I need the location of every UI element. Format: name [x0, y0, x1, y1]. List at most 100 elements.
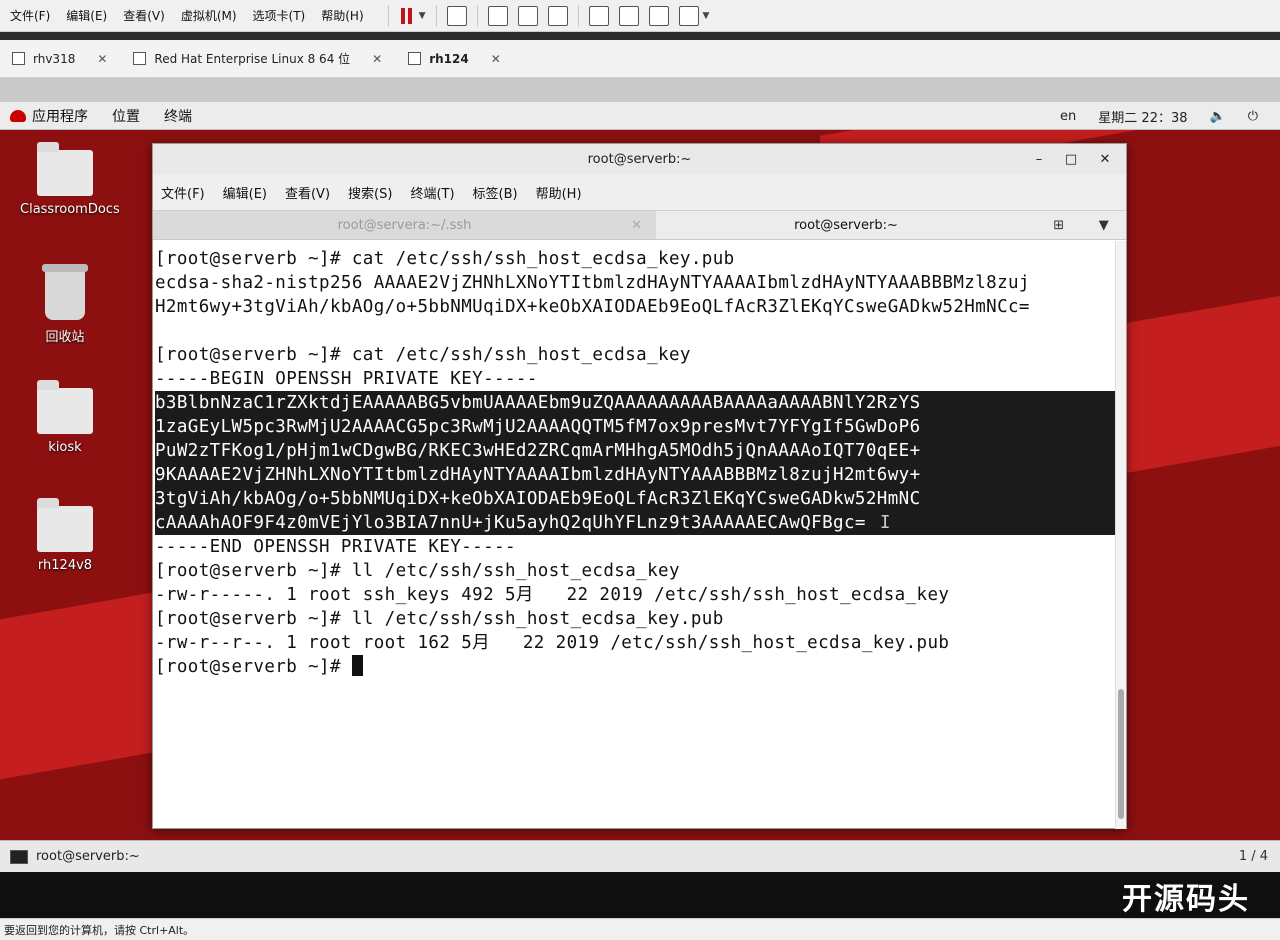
host-menu-edit[interactable]: 编辑(E) [56, 7, 113, 24]
chevron-down-icon[interactable]: ▼ [419, 11, 426, 21]
terminal-menu-search[interactable]: 搜索(S) [348, 183, 392, 202]
terminal-scrollbar[interactable] [1115, 241, 1126, 829]
vm-tab-rh124[interactable]: rh124 ✕ [396, 44, 515, 74]
taskbar-window-label: root@serverb:~ [36, 849, 140, 864]
host-menu-vm[interactable]: 虚拟机(M) [171, 7, 243, 24]
video-overlay-strip: 开源码头 [0, 872, 1280, 918]
desktop-icon-label: ClassroomDocs [20, 202, 120, 217]
terminal-line: H2mt6wy+3tgViAh/kbAOg/o+5bbNMUqiDX+keObX… [155, 297, 1030, 317]
terminal-line: [root@serverb ~]# ll /etc/ssh/ssh_host_e… [155, 609, 724, 629]
terminal-prompt: [root@serverb ~]# [155, 657, 352, 677]
terminal-tab-servera[interactable]: root@servera:~/.ssh ✕ [153, 211, 656, 239]
terminal-titlebar[interactable]: root@serverb:~ – □ ✕ [153, 144, 1126, 174]
desktop-icon-label: kiosk [48, 440, 82, 455]
vm-tab-label: rhv318 [33, 51, 76, 66]
host-menu-view[interactable]: 查看(V) [113, 7, 171, 24]
vm-icon [408, 52, 422, 65]
window-title: root@serverb:~ [587, 151, 692, 167]
stretch-icon[interactable] [678, 5, 699, 26]
chevron-down-icon[interactable]: ▼ [703, 11, 710, 21]
workspace-indicator[interactable]: 1 / 4 [1239, 849, 1268, 864]
fullscreen-icon[interactable] [588, 5, 609, 26]
terminal-menu-view[interactable]: 查看(V) [285, 183, 330, 202]
snapshot-icon[interactable] [487, 5, 508, 26]
console-view-icon[interactable] [648, 5, 669, 26]
terminal-cursor [351, 655, 363, 676]
power-icon[interactable]: ⏻ [1248, 109, 1258, 124]
host-frame [0, 78, 1280, 102]
desktop-icon-rh124v8[interactable]: rh124v8 [20, 498, 110, 573]
desktop-icon-kiosk[interactable]: kiosk [20, 380, 110, 455]
desktop-icon-trash[interactable]: 回收站 [20, 264, 110, 345]
gnome-window-list: root@serverb:~ 1 / 4 [0, 840, 1280, 872]
redhat-icon [10, 109, 26, 122]
terminal-line: -----END OPENSSH PRIVATE KEY----- [155, 537, 516, 557]
vm-tab-rhv318[interactable]: rhv318 ✕ [0, 44, 121, 74]
terminal-line: [root@serverb ~]# cat /etc/ssh/ssh_host_… [155, 345, 691, 365]
host-menu-file[interactable]: 文件(F) [0, 7, 56, 24]
terminal-line: ecdsa-sha2-nistp256 AAAAE2VjZHNhLXNoYTIt… [155, 273, 1030, 293]
volume-icon[interactable]: 🔈 [1210, 109, 1226, 124]
gnome-applications-menu[interactable]: 应用程序 [32, 106, 88, 126]
snapshot-manager-icon[interactable] [547, 5, 568, 26]
terminal-line-selected: PuW2zTFKog1/pHjm1wCDgwBG/RKEC3wHEd2ZRCqm… [155, 439, 1115, 463]
desktop-icon-label: rh124v8 [37, 558, 93, 573]
trash-icon [42, 264, 88, 320]
gnome-terminal-menu[interactable]: 终端 [164, 106, 192, 126]
terminal-tab-tools: ⊞ ▼ [1036, 211, 1126, 239]
minimize-icon[interactable]: – [1024, 144, 1054, 174]
scrollbar-thumb[interactable] [1118, 689, 1124, 819]
send-ctrl-alt-del-icon[interactable] [446, 5, 467, 26]
new-tab-icon[interactable]: ⊞ [1053, 218, 1064, 233]
terminal-menu-help[interactable]: 帮助(H) [536, 183, 582, 202]
chevron-down-icon[interactable]: ▼ [1099, 218, 1109, 233]
folder-icon [37, 498, 93, 552]
host-menu-help[interactable]: 帮助(H) [311, 7, 369, 24]
terminal-line-selected: 1zaGEyLW5pc3RwMjU2AAAACG5pc3RwMjU2AAAAQQ… [155, 415, 1115, 439]
terminal-window: root@serverb:~ – □ ✕ 文件(F) 编辑(E) 查看(V) 搜… [152, 143, 1127, 829]
watermark: 开源码头 [1122, 882, 1250, 917]
close-icon[interactable]: ✕ [631, 218, 642, 233]
status-message: 要返回到您的计算机，请按 Ctrl+Alt。 [4, 923, 195, 937]
vm-tab-rhel8[interactable]: Red Hat Enterprise Linux 8 64 位 ✕ [121, 44, 396, 74]
toolbar-divider [435, 4, 437, 27]
terminal-tab-bar: root@servera:~/.ssh ✕ root@serverb:~ ⊞ ▼ [153, 210, 1126, 240]
terminal-tab-serverb[interactable]: root@serverb:~ [656, 211, 1036, 239]
host-toolbar: ▼ ▼ [387, 4, 710, 27]
close-icon[interactable]: ✕ [491, 52, 501, 66]
terminal-line: [root@serverb ~]# ll /etc/ssh/ssh_host_e… [155, 561, 680, 581]
terminal-line: -rw-r--r--. 1 root root 162 5月 22 2019 /… [155, 633, 950, 653]
folder-icon [37, 142, 93, 196]
snapshot-revert-icon[interactable] [517, 5, 538, 26]
maximize-icon[interactable]: □ [1056, 144, 1086, 174]
clock[interactable]: 星期二 22：38 [1098, 107, 1187, 126]
vm-tab-label: Red Hat Enterprise Linux 8 64 位 [154, 52, 351, 66]
gnome-places-menu[interactable]: 位置 [112, 106, 140, 126]
terminal-line: -rw-r-----. 1 root ssh_keys 492 5月 22 20… [155, 585, 950, 605]
terminal-line: -----BEGIN OPENSSH PRIVATE KEY----- [155, 369, 538, 389]
pause-icon[interactable] [399, 6, 415, 26]
close-icon[interactable]: ✕ [97, 52, 107, 66]
host-statusbar: 要返回到您的计算机，请按 Ctrl+Alt。 [0, 918, 1280, 940]
desktop-icon-classroomdocs[interactable]: ClassroomDocs [20, 142, 120, 217]
close-icon[interactable]: ✕ [1090, 144, 1120, 174]
terminal-menu-file[interactable]: 文件(F) [161, 183, 205, 202]
terminal-menu-terminal[interactable]: 终端(T) [410, 183, 454, 202]
unity-icon[interactable] [618, 5, 639, 26]
home-folder-icon [37, 380, 93, 434]
terminal-icon [10, 849, 28, 864]
host-menu-tabs[interactable]: 选项卡(T) [243, 7, 312, 24]
input-language-indicator[interactable]: en [1060, 109, 1076, 124]
terminal-output[interactable]: [root@serverb ~]# cat /etc/ssh/ssh_host_… [153, 241, 1117, 829]
terminal-line-selected: cAAAAhAOF9F4z0mVEjYlo3BIA7nnU+jKu5ayhQ2q… [155, 511, 1115, 535]
terminal-line: [root@serverb ~]# cat /etc/ssh/ssh_host_… [155, 249, 735, 269]
text-cursor-icon: I [879, 513, 891, 533]
close-icon[interactable]: ✕ [372, 52, 382, 66]
terminal-menu-tabs[interactable]: 标签(B) [473, 183, 518, 202]
vm-icon [133, 52, 147, 65]
taskbar-terminal-button[interactable]: root@serverb:~ [10, 849, 140, 864]
terminal-prompt-line[interactable]: [root@serverb ~]# [155, 655, 1117, 679]
terminal-menu-edit[interactable]: 编辑(E) [223, 183, 267, 202]
gnome-status-area: en 星期二 22：38 🔈 ⏻ [1060, 102, 1280, 130]
